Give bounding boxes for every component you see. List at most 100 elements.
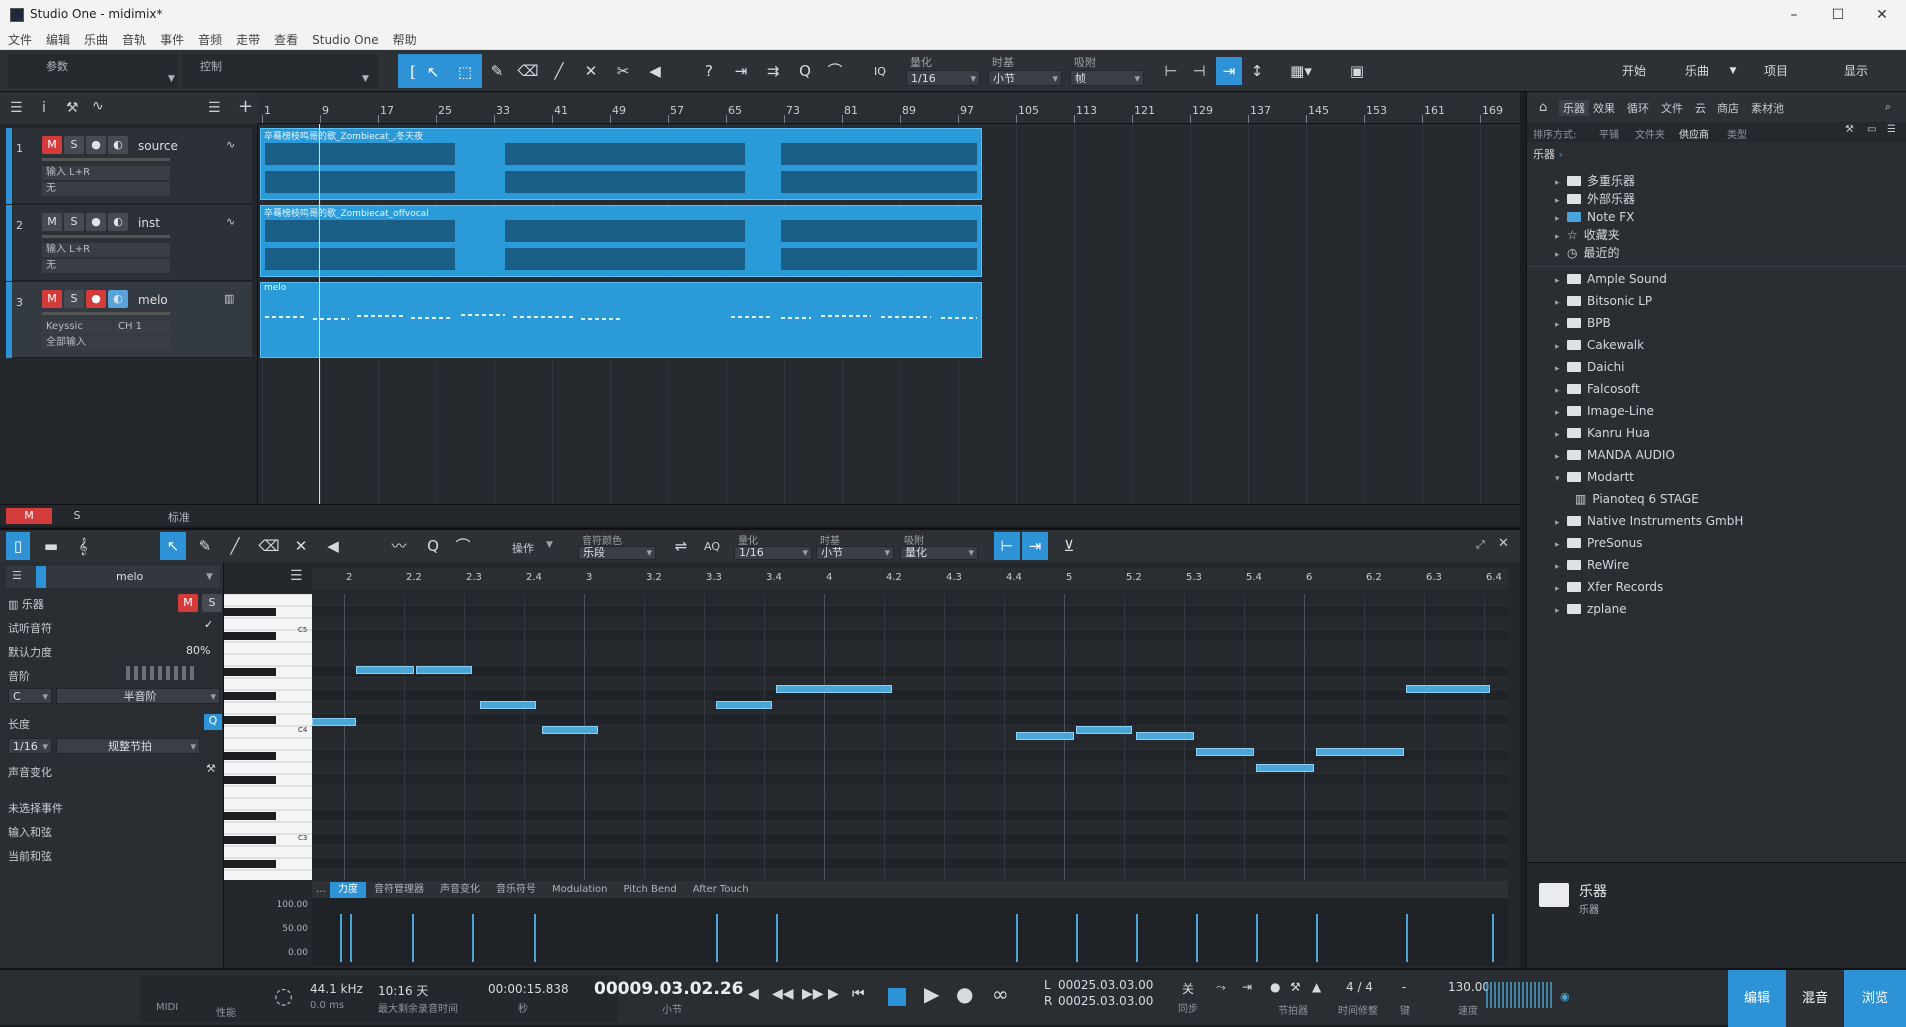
- note-grid[interactable]: [312, 594, 1508, 882]
- param-panel[interactable]: 参数 ▼: [8, 54, 178, 88]
- snap-cursor-icon[interactable]: ↕: [1244, 57, 1270, 85]
- velocity-bar[interactable]: [1136, 914, 1138, 962]
- nav-mix-button[interactable]: 混音: [1786, 970, 1844, 1027]
- midi-note[interactable]: [1196, 748, 1254, 756]
- chevron-down-icon[interactable]: ▼: [546, 540, 553, 550]
- menu-studio-one[interactable]: Studio One: [304, 30, 384, 50]
- piano-keyboard[interactable]: C5 C4 C3: [224, 593, 312, 880]
- velocity-bar[interactable]: [412, 914, 414, 962]
- control-panel[interactable]: 控制 ▼: [182, 54, 378, 88]
- paint-tool-icon[interactable]: ╱: [222, 532, 248, 560]
- midi-note[interactable]: [356, 666, 414, 674]
- midi-note[interactable]: [1136, 732, 1194, 740]
- minimize-icon[interactable]: –: [1772, 4, 1816, 26]
- audio-clip-inst[interactable]: 卒蓦榜枝鸣哥的歌_Zombiecat_offvocal: [260, 205, 982, 277]
- list-icon[interactable]: ☰: [290, 568, 303, 584]
- velocity-bar[interactable]: [1196, 914, 1198, 962]
- mute-button[interactable]: M: [42, 136, 62, 154]
- midi-note[interactable]: [542, 726, 598, 734]
- global-solo-button[interactable]: S: [62, 508, 92, 524]
- channel-select[interactable]: CH 1: [114, 320, 170, 334]
- midi-input-select[interactable]: 全部输入: [42, 336, 170, 350]
- browser-item-kanru-hua[interactable]: ▸ Kanru Hua: [1555, 422, 1650, 444]
- timebase-select[interactable]: 小节: [988, 70, 1062, 87]
- black-key[interactable]: [224, 836, 276, 844]
- track-name[interactable]: melo: [138, 293, 168, 307]
- velocity-bar[interactable]: [1406, 914, 1408, 962]
- track-melo[interactable]: 3 M S ● ◐ melo ▥ Keyssic CH 1 全部输入: [6, 282, 252, 358]
- chevron-down-icon[interactable]: ▼: [362, 74, 369, 84]
- tab-instruments[interactable]: 乐器: [1559, 100, 1589, 116]
- forward-icon[interactable]: ▶: [828, 986, 839, 1002]
- lane-tab-modulation[interactable]: Modulation: [544, 882, 616, 898]
- velocity-bar[interactable]: [350, 914, 352, 962]
- scale-select[interactable]: 半音阶: [56, 688, 220, 705]
- midi-note[interactable]: [416, 666, 472, 674]
- ops-menu[interactable]: 操作: [512, 540, 534, 556]
- black-key[interactable]: [224, 812, 276, 820]
- precount-icon[interactable]: ●: [1270, 980, 1280, 994]
- midi-clip-melo[interactable]: melo: [260, 282, 982, 358]
- arrange-grid[interactable]: 卒蓦榜枝鸣哥的歌_Zombiecat_,冬天夜 卒蓦榜枝鸣哥的歌_Zombiec…: [258, 124, 1520, 504]
- browser-item-daichi[interactable]: ▸ Daichi: [1555, 356, 1624, 378]
- expand-icon[interactable]: ⤢: [1476, 538, 1485, 552]
- eraser-tool-icon[interactable]: ⌫: [515, 57, 541, 85]
- follow-icon[interactable]: ⇥: [728, 57, 754, 85]
- toggle-icon[interactable]: ◉: [1560, 990, 1570, 1003]
- time-signature[interactable]: 4 / 4: [1346, 980, 1373, 994]
- velocity-lane[interactable]: [312, 898, 1508, 966]
- mute-tool-icon[interactable]: ✕: [578, 57, 604, 85]
- velocity-bar[interactable]: [472, 914, 474, 962]
- arrow-tool-icon[interactable]: ↖: [420, 58, 446, 86]
- solo-button[interactable]: S: [64, 213, 84, 231]
- autoscroll-icon[interactable]: ⇉: [760, 57, 786, 85]
- split-tool-icon[interactable]: ✂: [610, 57, 636, 85]
- black-key[interactable]: [224, 668, 276, 676]
- arrow-tool-icon[interactable]: ↖: [160, 532, 186, 560]
- midi-note[interactable]: [1076, 726, 1132, 734]
- nav-start-button[interactable]: 开始: [1608, 56, 1660, 86]
- midi-note[interactable]: [1016, 732, 1074, 740]
- playhead[interactable]: [319, 124, 320, 504]
- snap-active-icon[interactable]: ⇥: [1022, 532, 1048, 560]
- list-icon[interactable]: ☰: [208, 100, 221, 116]
- rewind-icon[interactable]: ◀◀: [772, 986, 794, 1002]
- piano-roll-ruler[interactable]: 2 2.2 2.3 2.4 3 3.2 3.3 3.4 4 4.2 4.3 4.4 5 5.2 5.3 5.4…: [312, 568, 1508, 590]
- nav-project-button[interactable]: 项目: [1746, 56, 1806, 86]
- sort-flat[interactable]: 平铺: [1599, 126, 1619, 141]
- tab-pool[interactable]: 素材池: [1751, 100, 1784, 116]
- menu-track[interactable]: 音轨: [114, 30, 152, 50]
- rewind-start-icon[interactable]: ◀: [748, 986, 759, 1002]
- editor-select-icon[interactable]: ▯: [6, 532, 30, 560]
- note-color-select[interactable]: 乐段: [578, 546, 656, 560]
- menu-song[interactable]: 乐曲: [76, 30, 114, 50]
- tab-files[interactable]: 文件: [1661, 100, 1683, 116]
- maximize-icon[interactable]: ☐: [1816, 4, 1860, 26]
- snap-active-icon[interactable]: ⇥: [1216, 57, 1242, 85]
- black-key[interactable]: [224, 776, 276, 784]
- menu-edit[interactable]: 编辑: [38, 30, 76, 50]
- velocity-value[interactable]: 80%: [186, 644, 210, 657]
- help-icon[interactable]: ?: [696, 57, 722, 85]
- listen-tool-icon[interactable]: ◀: [320, 532, 346, 560]
- step-record-icon[interactable]: ⊻: [1056, 532, 1082, 560]
- metronome-icon[interactable]: ⌒: [822, 57, 848, 85]
- input-select[interactable]: 输入 L+R: [42, 243, 170, 257]
- track-name[interactable]: inst: [138, 216, 160, 230]
- metronome-icon[interactable]: ⚒: [1290, 980, 1301, 994]
- close-icon[interactable]: ✕: [1860, 4, 1904, 26]
- range-tool-icon[interactable]: ⬚: [452, 58, 478, 86]
- punch-icon[interactable]: ⤳: [1216, 980, 1226, 995]
- track-name[interactable]: source: [138, 139, 178, 153]
- time-seconds[interactable]: 00:00:15.838: [488, 982, 569, 996]
- quantize-select[interactable]: 1/16: [906, 70, 980, 87]
- audition-checkbox[interactable]: ✓: [204, 618, 213, 631]
- global-mute-button[interactable]: M: [6, 508, 52, 524]
- input-select[interactable]: 输入 L+R: [42, 166, 170, 180]
- tab-effects[interactable]: 效果: [1593, 100, 1615, 116]
- mute-button[interactable]: M: [42, 213, 62, 231]
- output-select[interactable]: 无: [42, 182, 170, 196]
- audio-clip-source[interactable]: 卒蓦榜枝鸣哥的歌_Zombiecat_,冬天夜: [260, 128, 982, 200]
- editor-track-select[interactable]: melo ▼ ☰: [6, 566, 220, 588]
- volume-meter[interactable]: [42, 158, 170, 161]
